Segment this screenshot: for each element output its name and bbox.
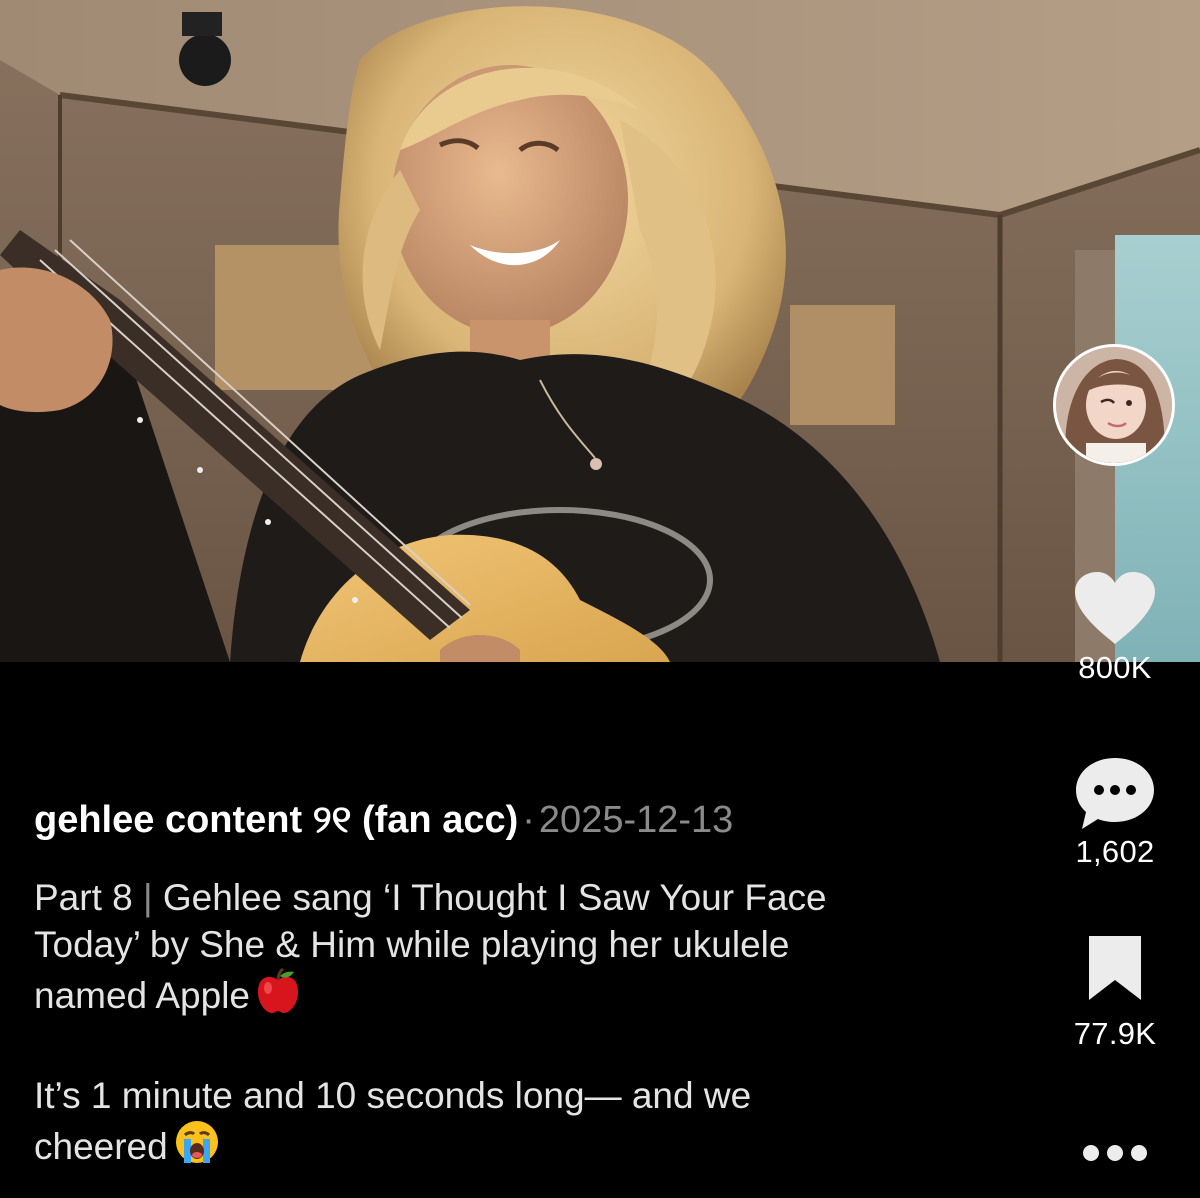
video-player[interactable] [0,0,1200,662]
description-paragraph-1: Part 8 | Gehlee sang ‘I Thought I Saw Yo… [34,874,874,1025]
post-description: Part 8 | Gehlee sang ‘I Thought I Saw Yo… [34,874,874,1176]
loudly-crying-emoji [174,1119,220,1176]
profile-avatar[interactable] [1053,344,1175,466]
author-name[interactable]: gehlee content ୨୧ (fan acc) [34,799,518,841]
author-line: gehlee content ୨୧ (fan acc) · 2025-12-13 [34,796,894,844]
part-divider: | [143,877,153,918]
comment-bubble-icon [1076,758,1154,829]
video-frame-illustration [0,0,1200,662]
post-date: 2025-12-13 [538,799,734,841]
post-caption: gehlee content ୨୧ (fan acc) · 2025-12-13 P… [34,796,894,1176]
red-apple-emoji [256,967,300,1025]
save-count: 77.9K [1073,1016,1157,1051]
more-button[interactable] [1045,1142,1185,1164]
like-button[interactable]: 800K [1045,570,1185,686]
description-text-2: It’s 1 minute and 10 seconds long— and w… [34,1075,752,1167]
meta-separator: · [522,799,535,841]
more-dots-icon [1083,1145,1147,1161]
description-text: Gehlee sang ‘I Thought I Saw Your Face T… [34,877,827,1016]
avatar-image [1056,347,1172,463]
save-button[interactable]: 77.9K [1045,934,1185,1052]
like-count: 800K [1078,650,1152,685]
description-paragraph-2: It’s 1 minute and 10 seconds long— and w… [34,1072,874,1176]
comment-count: 1,602 [1075,834,1155,869]
part-label: Part 8 [34,877,133,918]
heart-icon [1075,572,1155,644]
comment-button[interactable]: 1,602 [1045,754,1185,870]
bookmark-icon [1089,936,1141,1000]
